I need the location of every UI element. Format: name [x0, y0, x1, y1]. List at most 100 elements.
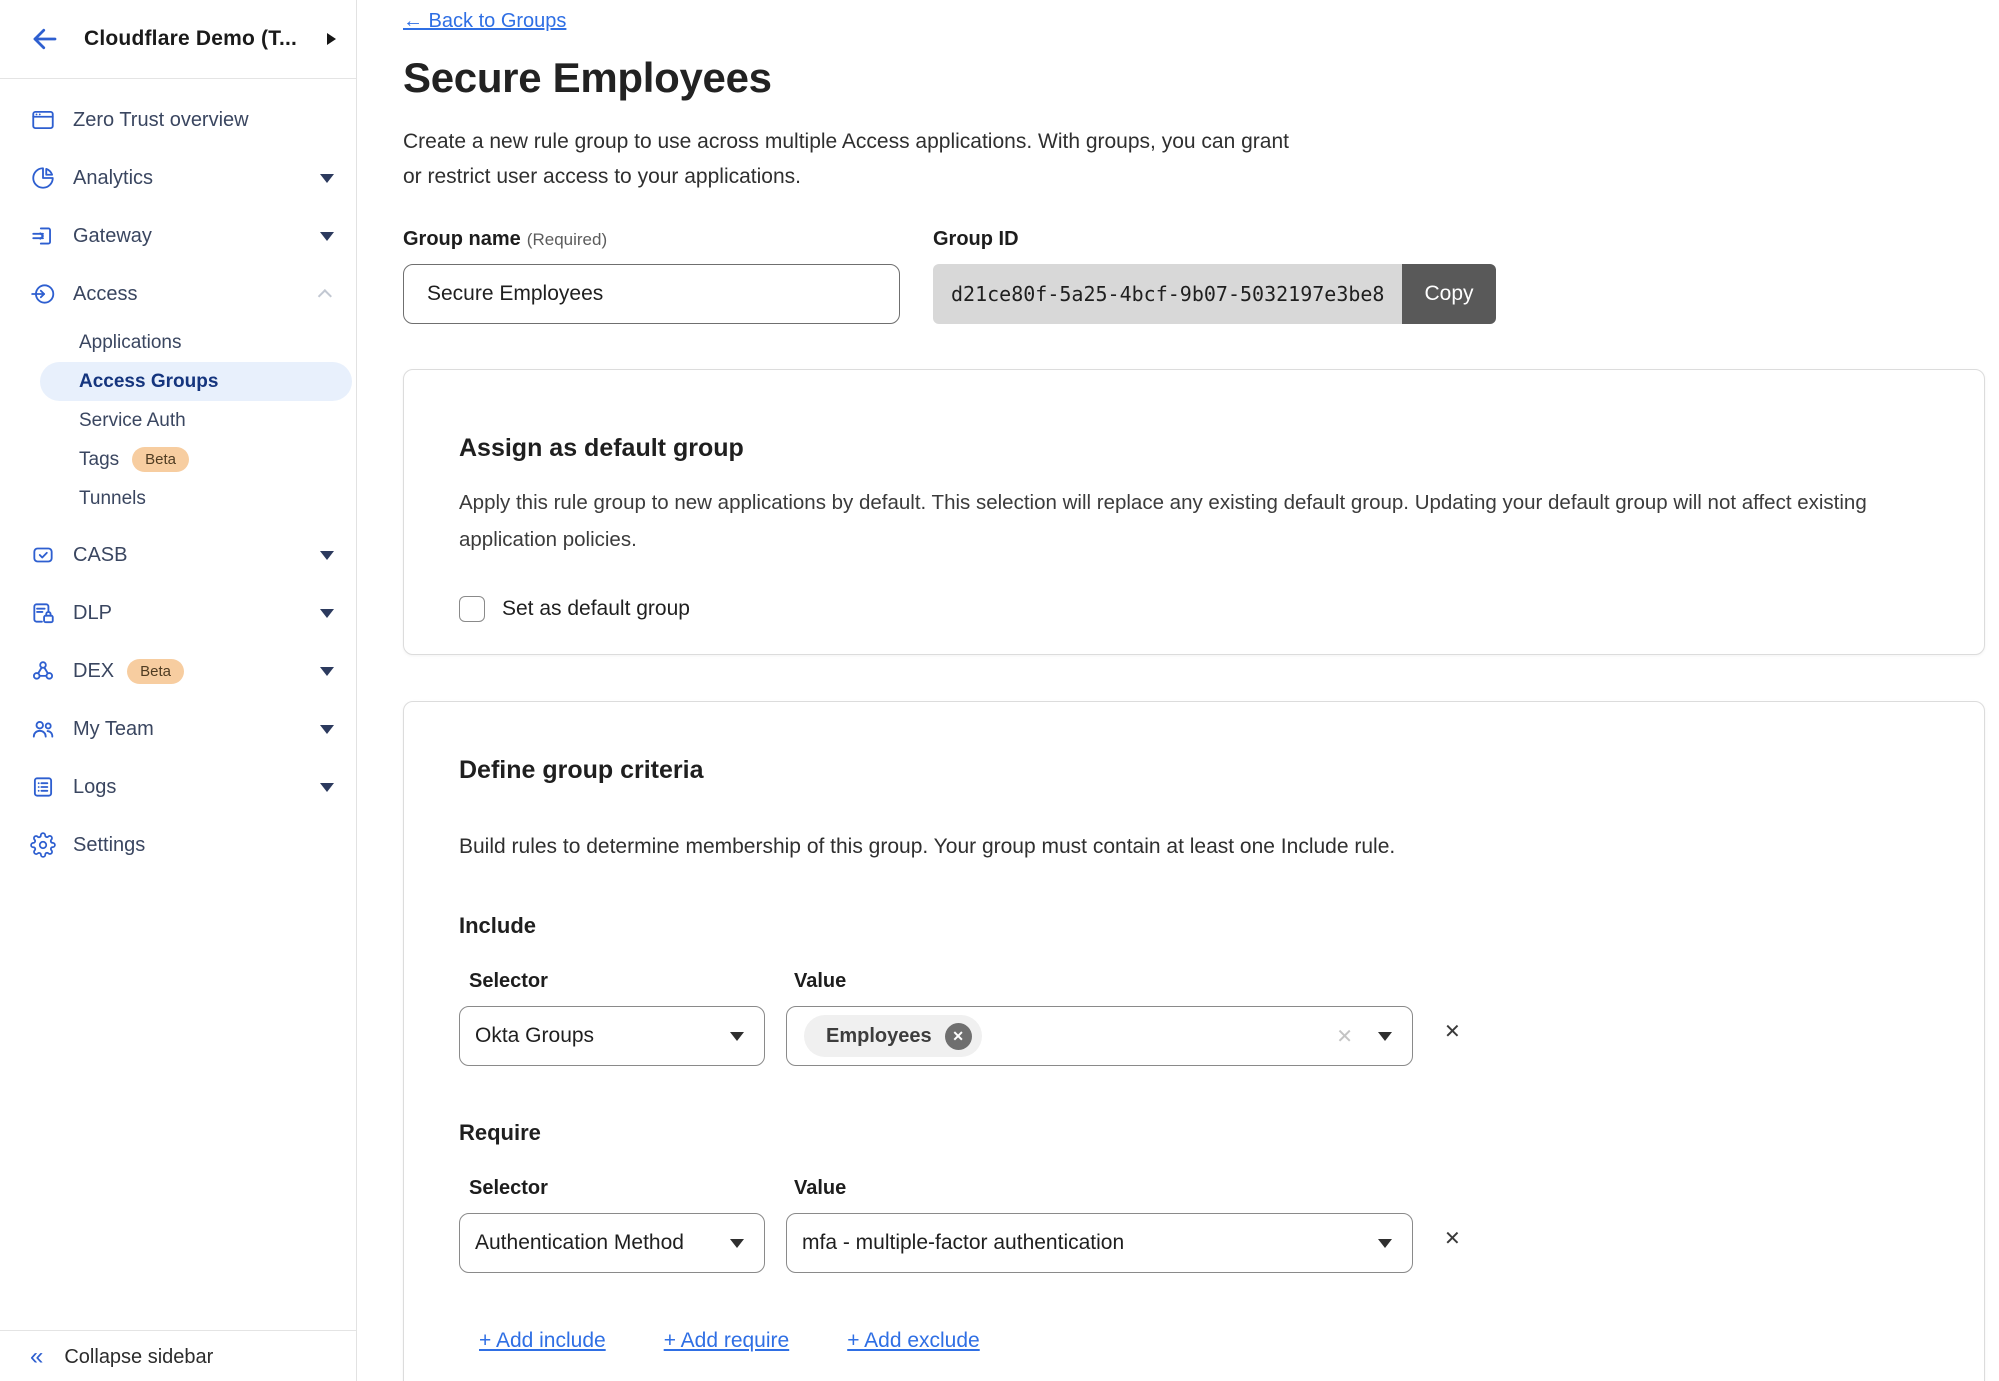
value-tag: Employees ✕ — [804, 1015, 982, 1057]
require-rule-row: Authentication Method mfa - multiple-fac… — [459, 1213, 1929, 1273]
sidebar-item-settings[interactable]: Settings — [0, 816, 356, 874]
sidebar-item-access[interactable]: Access — [0, 265, 356, 323]
sidebar-item-label: Access — [73, 283, 137, 306]
collapse-sidebar-icon[interactable]: « — [30, 1346, 43, 1368]
chevron-down-icon — [1378, 1239, 1392, 1248]
group-id-label: Group ID — [933, 228, 1019, 251]
include-heading: Include — [459, 913, 1929, 939]
sidebar-item-casb[interactable]: CASB — [0, 526, 356, 584]
chevron-down-icon — [320, 783, 334, 792]
sidebar: Cloudflare Demo (T... Zero Trust overvie… — [0, 0, 357, 1381]
sidebar-item-label: Settings — [73, 834, 145, 857]
add-require-link[interactable]: + Add require — [664, 1329, 790, 1353]
account-title: Cloudflare Demo (T... — [84, 27, 297, 51]
remove-tag-icon[interactable]: ✕ — [945, 1023, 972, 1050]
access-icon — [30, 281, 56, 307]
casb-icon — [30, 542, 56, 568]
require-value-dropdown[interactable]: mfa - multiple-factor authentication — [786, 1213, 1413, 1273]
require-selector-dropdown[interactable]: Authentication Method — [459, 1213, 765, 1273]
sidebar-item-label: Gateway — [73, 225, 152, 248]
require-heading: Require — [459, 1120, 1929, 1146]
gateway-icon — [30, 223, 56, 249]
back-to-groups-link[interactable]: ← Back to Groups — [403, 10, 566, 33]
sidebar-item-service-auth[interactable]: Service Auth — [0, 401, 356, 440]
require-selector-value: Authentication Method — [475, 1231, 684, 1255]
selector-label: Selector — [459, 970, 786, 993]
sidebar-item-label: Access Groups — [79, 371, 218, 393]
card-description: Apply this rule group to new application… — [459, 484, 1929, 558]
collapse-sidebar-label[interactable]: Collapse sidebar — [64, 1346, 213, 1369]
chevron-down-icon — [320, 174, 334, 183]
page-description-line2: or restrict user access to your applicat… — [403, 165, 801, 188]
logs-icon — [30, 774, 56, 800]
group-id-field: d21ce80f-5a25-4bcf-9b07-5032197e3be8 Cop… — [933, 264, 1496, 324]
analytics-pie-icon — [30, 165, 56, 191]
card-title: Define group criteria — [459, 756, 1929, 785]
dex-icon — [30, 658, 56, 684]
beta-badge: Beta — [127, 659, 184, 684]
sidebar-item-label: Analytics — [73, 167, 153, 190]
chevron-up-icon — [318, 289, 332, 303]
include-value-multiselect[interactable]: Employees ✕ ✕ — [786, 1006, 1413, 1066]
set-default-group-label: Set as default group — [502, 597, 690, 621]
page-title: Secure Employees — [403, 54, 1985, 102]
sidebar-item-label: DLP — [73, 602, 112, 625]
sidebar-item-logs[interactable]: Logs — [0, 758, 356, 816]
card-description: Build rules to determine membership of t… — [459, 835, 1929, 859]
back-arrow-icon[interactable] — [30, 24, 60, 54]
sidebar-item-label: Tunnels — [79, 488, 146, 510]
group-id-value: d21ce80f-5a25-4bcf-9b07-5032197e3be8 — [933, 264, 1402, 324]
sidebar-item-my-team[interactable]: My Team — [0, 700, 356, 758]
chevron-right-icon[interactable] — [327, 33, 336, 45]
form-fields-row: d21ce80f-5a25-4bcf-9b07-5032197e3be8 Cop… — [403, 264, 1985, 324]
add-include-link[interactable]: + Add include — [479, 1329, 606, 1353]
include-selector-dropdown[interactable]: Okta Groups — [459, 1006, 765, 1066]
sidebar-item-label: Tags — [79, 449, 119, 471]
dlp-icon — [30, 600, 56, 626]
chevron-down-icon — [320, 667, 334, 676]
page-description: Create a new rule group to use across mu… — [403, 124, 1985, 194]
my-team-icon — [30, 716, 56, 742]
value-tag-label: Employees — [826, 1025, 932, 1048]
chevron-down-icon — [730, 1239, 744, 1248]
sidebar-item-dex[interactable]: DEX Beta — [0, 642, 356, 700]
add-exclude-link[interactable]: + Add exclude — [847, 1329, 980, 1353]
chevron-down-icon — [320, 725, 334, 734]
copy-button[interactable]: Copy — [1402, 264, 1495, 324]
chevron-down-icon — [730, 1032, 744, 1041]
card-title: Assign as default group — [459, 434, 1929, 463]
add-rule-links: + Add include + Add require + Add exclud… — [459, 1329, 1929, 1353]
remove-require-rule-button[interactable]: ✕ — [1444, 1226, 1461, 1273]
include-labels: Selector Value — [459, 970, 1929, 993]
remove-include-rule-button[interactable]: ✕ — [1444, 1019, 1461, 1066]
sidebar-item-dlp[interactable]: DLP — [0, 584, 356, 642]
sidebar-item-label: Logs — [73, 776, 116, 799]
require-value: mfa - multiple-factor authentication — [802, 1231, 1124, 1255]
chevron-down-icon — [320, 232, 334, 241]
sidebar-item-label: Applications — [79, 332, 181, 354]
sidebar-item-label: DEX — [73, 660, 114, 683]
group-name-input[interactable] — [403, 264, 900, 324]
zero-trust-dashboard: Cloudflare Demo (T... Zero Trust overvie… — [0, 0, 1999, 1381]
group-name-label: Group name(Required) — [403, 228, 933, 251]
chevron-down-icon — [320, 609, 334, 618]
main-content: ← Back to Groups Secure Employees Create… — [357, 0, 1999, 1381]
sidebar-footer: « Collapse sidebar — [0, 1330, 356, 1381]
sidebar-item-tags[interactable]: Tags Beta — [0, 440, 356, 479]
set-default-group-row: Set as default group — [459, 596, 1929, 622]
chevron-down-icon — [1378, 1032, 1392, 1041]
required-hint: (Required) — [527, 230, 607, 249]
sidebar-item-label: Service Auth — [79, 410, 186, 432]
sidebar-item-analytics[interactable]: Analytics — [0, 149, 356, 207]
beta-badge: Beta — [132, 447, 189, 472]
form-labels-row: Group name(Required) Group ID — [403, 228, 1985, 251]
sidebar-item-gateway[interactable]: Gateway — [0, 207, 356, 265]
sidebar-item-access-groups[interactable]: Access Groups — [40, 362, 352, 401]
clear-values-icon[interactable]: ✕ — [1336, 1024, 1353, 1049]
sidebar-item-applications[interactable]: Applications — [0, 323, 356, 362]
selector-label: Selector — [459, 1177, 786, 1200]
settings-gear-icon — [30, 832, 56, 858]
sidebar-item-tunnels[interactable]: Tunnels — [0, 479, 356, 518]
set-default-group-checkbox[interactable] — [459, 596, 485, 622]
sidebar-item-zero-trust-overview[interactable]: Zero Trust overview — [0, 91, 356, 149]
